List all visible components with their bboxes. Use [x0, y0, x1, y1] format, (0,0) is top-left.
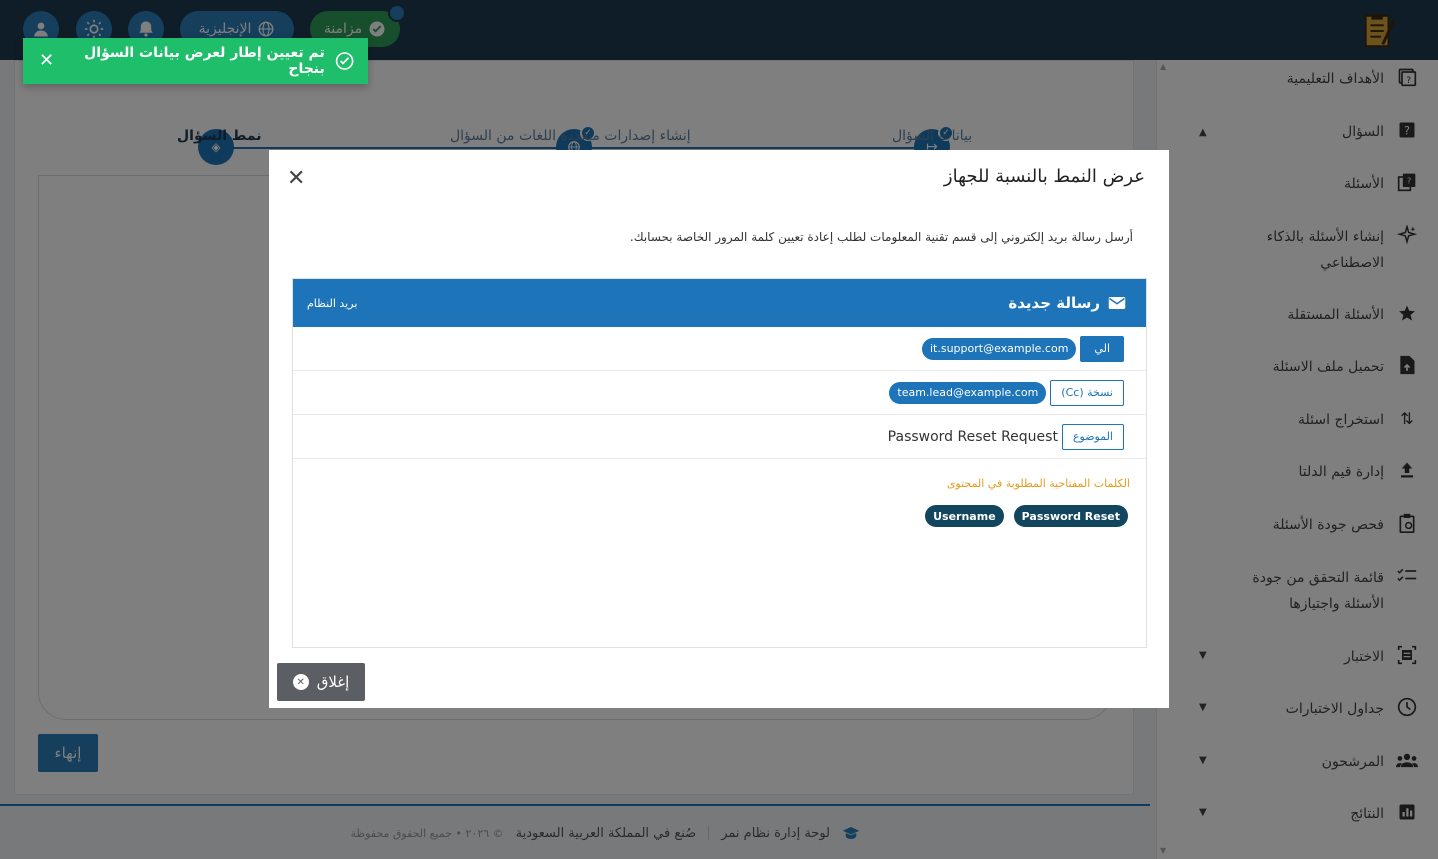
keyword-chip: Username [925, 505, 1004, 527]
email-subject-row: الموضوع Password Reset Request [293, 415, 1146, 459]
subject-value: Password Reset Request [887, 428, 1058, 445]
email-cc-row: نسخة (Cc) team.lead@example.com [293, 371, 1146, 415]
envelope-icon [1108, 297, 1126, 309]
keywords-title: الكلمات المفتاحية المطلوبة في المحتوى [946, 477, 1130, 490]
toast-close-button[interactable]: ✕ [39, 52, 54, 70]
email-header: رسالة جديدة بريد النظام [293, 279, 1146, 327]
cc-label: نسخة (Cc) [1050, 379, 1124, 406]
email-header-title: رسالة جديدة [1008, 294, 1100, 312]
check-circle-icon [335, 52, 354, 70]
email-header-sub: بريد النظام [307, 296, 358, 310]
subject-label: الموضوع [1061, 423, 1124, 450]
success-toast: ✕ تم تعيين إطار لعرض بيانات السؤال بنجاح [23, 38, 368, 84]
close-icon[interactable]: ✕ [287, 168, 305, 190]
keywords-list: Password Reset Username [925, 505, 1128, 527]
modal-title: عرض النمط بالنسبة للجهاز [943, 166, 1145, 187]
to-label: الي [1080, 335, 1124, 362]
toast-message: تم تعيين إطار لعرض بيانات السؤال بنجاح [84, 45, 325, 77]
keyword-chip: Password Reset [1013, 505, 1128, 527]
cc-email-chip: team.lead@example.com [889, 381, 1047, 404]
email-to-row: الي it.support@example.com [293, 327, 1146, 371]
to-email-chip: it.support@example.com [921, 337, 1077, 360]
close-button-label: إغلاق [316, 673, 350, 691]
modal-description: أرسل رسالة بريد إلكتروني إلى قسم تقنية ا… [629, 230, 1133, 244]
device-style-modal: عرض النمط بالنسبة للجهاز ✕ أرسل رسالة بر… [269, 150, 1169, 708]
close-circle-icon: ✕ [292, 674, 309, 690]
email-preview: رسالة جديدة بريد النظام الي it.support@e… [292, 278, 1147, 648]
close-button[interactable]: إغلاق ✕ [277, 663, 365, 701]
